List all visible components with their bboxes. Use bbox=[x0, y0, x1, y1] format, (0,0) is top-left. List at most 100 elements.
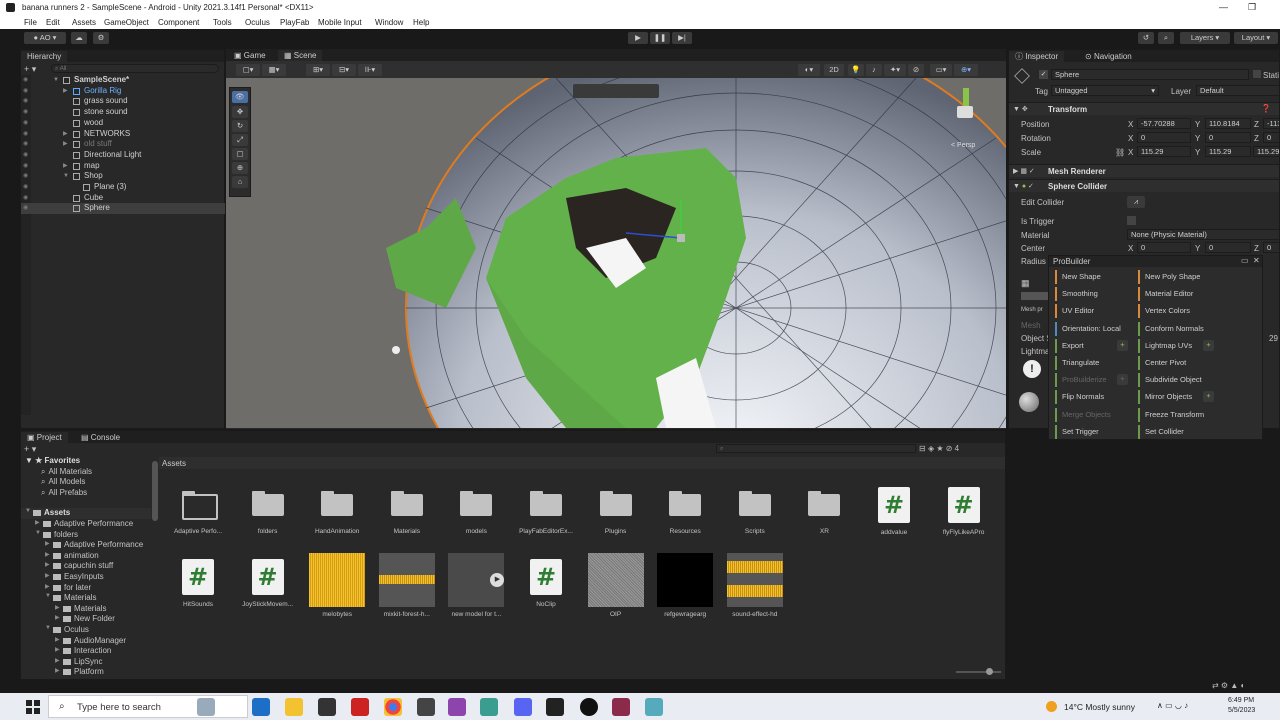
cloud-icon[interactable]: ☁ bbox=[71, 32, 87, 44]
tree-scrollbar[interactable] bbox=[152, 461, 158, 521]
layout-dropdown[interactable]: Layout ▾ bbox=[1234, 32, 1278, 44]
hierarchy-item[interactable]: ◉ ▼ Shop bbox=[21, 171, 225, 182]
layers-dropdown[interactable]: Layers ▾ bbox=[1180, 32, 1230, 44]
visibility-eye-icon[interactable]: ◉ bbox=[23, 96, 28, 106]
asset-item[interactable]: # HitSounds bbox=[167, 553, 229, 608]
project-tree-item[interactable]: ▼ Assets bbox=[21, 508, 151, 519]
position-z[interactable]: -113.3 bbox=[1263, 118, 1279, 129]
expand-arrow-icon[interactable]: ▶ bbox=[55, 636, 60, 643]
asset-item[interactable]: Plugins bbox=[585, 481, 647, 535]
probuilder-subdivide-object-button[interactable]: Subdivide Object bbox=[1138, 373, 1258, 388]
tab-project[interactable]: ▣ Project bbox=[21, 432, 68, 443]
hierarchy-item[interactable]: ◉ ▶ Gorilla Rig bbox=[21, 86, 225, 97]
transform-tool-icon[interactable]: ⊕ bbox=[232, 162, 248, 174]
rotation-y[interactable]: 0 bbox=[1205, 132, 1251, 143]
increment-snap-dropdown[interactable]: ⊪▾ bbox=[358, 64, 382, 76]
visibility-eye-icon[interactable]: ◉ bbox=[23, 75, 28, 85]
hidden-packages-icon[interactable]: ⊘ bbox=[946, 444, 953, 453]
expand-arrow-icon[interactable]: ▶ bbox=[45, 540, 50, 547]
gizmo-mode-dropdown[interactable]: ▦▾ bbox=[262, 64, 286, 76]
clock-time[interactable]: 6:49 PM bbox=[1228, 697, 1254, 704]
tag-dropdown[interactable]: Untagged ▾ bbox=[1051, 85, 1159, 96]
probuilder-orientation-local-button[interactable]: Orientation: Local bbox=[1055, 321, 1133, 336]
probuilder-freeze-transform-button[interactable]: Freeze Transform bbox=[1138, 407, 1258, 422]
expand-arrow-icon[interactable]: ▶ bbox=[45, 583, 50, 590]
hierarchy-item[interactable]: ◉ ▶ NETWORKS bbox=[21, 129, 225, 140]
probuilder-material-editor-button[interactable]: Material Editor bbox=[1138, 287, 1258, 302]
probuilder-set-trigger-button[interactable]: Set Trigger bbox=[1055, 424, 1133, 439]
expand-arrow-icon[interactable]: ▶ bbox=[45, 561, 50, 568]
probuilder-set-collider-button[interactable]: Set Collider bbox=[1138, 424, 1258, 439]
favorite-icon[interactable]: ★ bbox=[936, 444, 943, 453]
project-tree-item[interactable]: ▶ Adaptive Performance bbox=[21, 540, 151, 551]
menu-item-mobile-input[interactable]: Mobile Input bbox=[318, 18, 362, 27]
mail-icon[interactable] bbox=[252, 698, 270, 716]
asset-item[interactable]: folders bbox=[237, 481, 299, 535]
probuilder-lightmap-uvs-button[interactable]: Lightmap UVs bbox=[1138, 338, 1258, 353]
project-tree-item[interactable]: ▶ Platform bbox=[21, 667, 151, 678]
pause-button[interactable]: ❚❚ bbox=[650, 32, 670, 44]
menu-item-playfab[interactable]: PlayFab bbox=[280, 18, 309, 27]
favorite-item[interactable]: ⌕ All Materials bbox=[41, 467, 92, 477]
chrome-icon[interactable] bbox=[384, 698, 402, 716]
unity-hub-icon[interactable] bbox=[318, 698, 336, 716]
probuilder-export-button[interactable]: Export bbox=[1055, 338, 1133, 353]
hierarchy-item[interactable]: ◉ grass sound bbox=[21, 96, 225, 107]
maximize-button[interactable]: ❐ bbox=[1248, 2, 1256, 13]
tab-inspector[interactable]: ⓘ Inspector bbox=[1009, 51, 1065, 62]
probuilder-probuilderize-button[interactable]: ProBuilderize bbox=[1055, 373, 1133, 388]
probuilder-mirror-objects-button[interactable]: Mirror Objects bbox=[1138, 390, 1258, 405]
move-tool-icon[interactable]: ✥ bbox=[232, 106, 248, 118]
center-z[interactable]: 0 bbox=[1263, 242, 1279, 253]
view-tool-icon[interactable]: 👁 bbox=[232, 91, 248, 103]
project-tree-item[interactable]: ▼ folders bbox=[21, 530, 151, 541]
project-tree-item[interactable]: ▶ Adaptive Performance bbox=[21, 519, 151, 530]
camera-gizmo-icon[interactable] bbox=[392, 346, 400, 354]
visual-studio-icon[interactable] bbox=[448, 698, 466, 716]
tab-game[interactable]: ▣ Game bbox=[228, 50, 272, 61]
scale-tool-icon[interactable]: ⤢ bbox=[232, 134, 248, 146]
hierarchy-search-input[interactable]: ⌕ All bbox=[51, 64, 219, 73]
grid-dropdown[interactable]: ⊟▾ bbox=[332, 64, 356, 76]
gizmo-center[interactable] bbox=[677, 234, 685, 242]
probuilder-vertex-colors-button[interactable]: Vertex Colors bbox=[1138, 304, 1258, 319]
asset-item[interactable]: Adaptive Perfo... bbox=[167, 481, 229, 535]
asset-item[interactable]: # addvalue bbox=[863, 481, 925, 536]
project-tree-item[interactable]: ▶ New Folder bbox=[21, 614, 151, 625]
favorites-header[interactable]: ▼ ★ Favorites bbox=[25, 456, 80, 465]
snap-dropdown[interactable]: ⊞▾ bbox=[306, 64, 330, 76]
menu-item-component[interactable]: Component bbox=[158, 18, 199, 27]
hierarchy-item[interactable]: ◉ Plane (3) bbox=[21, 182, 225, 193]
roblox-icon[interactable] bbox=[351, 698, 369, 716]
edit-collider-button[interactable]: ⩘ bbox=[1127, 196, 1145, 208]
effects-dropdown[interactable]: ✦▾ bbox=[884, 64, 906, 76]
is-trigger-checkbox[interactable] bbox=[1127, 216, 1136, 225]
asset-item[interactable]: ▶ new model for t... bbox=[445, 553, 507, 618]
filter-label-icon[interactable]: ◈ bbox=[928, 444, 934, 453]
step-button[interactable]: ▶| bbox=[672, 32, 692, 44]
favorite-item[interactable]: ⌕ All Prefabs bbox=[41, 488, 87, 498]
rotation-x[interactable]: 0 bbox=[1137, 132, 1191, 143]
rect-tool-icon[interactable]: ▢ bbox=[232, 148, 248, 160]
2d-toggle[interactable]: 2D bbox=[824, 64, 844, 76]
center-x[interactable]: 0 bbox=[1137, 242, 1191, 253]
collab-icon[interactable]: ⚙ bbox=[93, 32, 109, 44]
probuilder-uv-editor-button[interactable]: UV Editor bbox=[1055, 304, 1133, 319]
expand-arrow-icon[interactable]: ▶ bbox=[63, 86, 68, 96]
persp-label[interactable]: < Persp bbox=[951, 142, 975, 149]
expand-arrow-icon[interactable]: ▶ bbox=[55, 604, 60, 611]
hierarchy-item[interactable]: ◉ wood bbox=[21, 118, 225, 129]
probuilder-new-shape-button[interactable]: New Shape bbox=[1055, 270, 1133, 284]
probuilder-triangulate-button[interactable]: Triangulate bbox=[1055, 356, 1133, 370]
discord-icon[interactable] bbox=[514, 698, 532, 716]
hierarchy-item[interactable]: ◉ Cube bbox=[21, 193, 225, 204]
expand-arrow-icon[interactable]: ▼ bbox=[45, 593, 51, 599]
audio-toggle-icon[interactable]: ♪ bbox=[866, 64, 882, 76]
expand-arrow-icon[interactable]: ▶ bbox=[63, 161, 68, 171]
draw-mode-dropdown[interactable]: ▢▾ bbox=[236, 64, 260, 76]
visibility-eye-icon[interactable]: ◉ bbox=[23, 161, 28, 171]
static-checkbox[interactable] bbox=[1253, 70, 1261, 78]
visibility-eye-icon[interactable]: ◉ bbox=[23, 107, 28, 117]
probuilder-smoothing-button[interactable]: Smoothing bbox=[1055, 287, 1133, 302]
menu-item-oculus[interactable]: Oculus bbox=[245, 18, 270, 27]
